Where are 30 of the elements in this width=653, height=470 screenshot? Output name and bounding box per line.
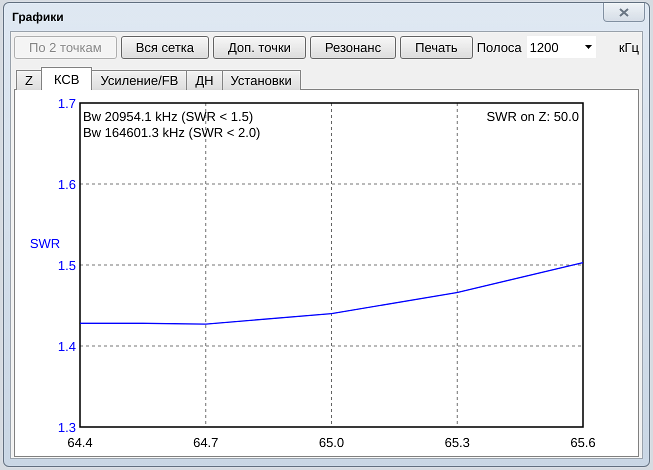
x-tick-label: 64.7 [193, 435, 218, 450]
toolbar-button[interactable]: Доп. точки [212, 36, 306, 58]
bandwidth-info: Bw 20954.1 kHz (SWR < 1.5) [83, 109, 254, 124]
y-tick-label: 1.7 [58, 96, 76, 111]
band-label: Полоса [476, 40, 522, 54]
x-tick-label: 65.3 [444, 435, 470, 450]
impedance-note: SWR on Z: 50.0 [486, 109, 579, 124]
y-tick-label: 1.3 [58, 420, 76, 435]
x-tick-label: 64.4 [67, 435, 93, 450]
tab[interactable]: Усиление/FB [91, 70, 188, 90]
bandwidth-info: Bw 164601.3 kHz (SWR < 2.0) [83, 125, 260, 140]
tab[interactable]: КСВ [40, 67, 92, 90]
y-tick-label: 1.6 [58, 177, 76, 192]
close-button[interactable] [603, 3, 645, 22]
y-tick-label: 1.5 [58, 258, 76, 273]
toolbar-button[interactable]: Резонанс [310, 36, 396, 58]
tab[interactable]: Z [16, 70, 42, 90]
tab[interactable]: ДН [186, 70, 223, 90]
close-icon [619, 8, 629, 16]
band-dropdown[interactable]: 1200 [526, 35, 597, 59]
toolbar-button[interactable]: Печать [400, 36, 473, 58]
y-axis-label: SWR [30, 236, 60, 251]
caret-icon [584, 45, 592, 49]
x-tick-label: 65.6 [570, 435, 596, 450]
toolbar-button[interactable]: Вся сетка [120, 36, 209, 58]
tab[interactable]: Установки [222, 70, 301, 90]
y-tick-label: 1.4 [58, 339, 76, 354]
window-title: Графики [12, 10, 64, 24]
x-tick-label: 65.0 [318, 435, 344, 450]
units-label: кГц [618, 40, 639, 54]
